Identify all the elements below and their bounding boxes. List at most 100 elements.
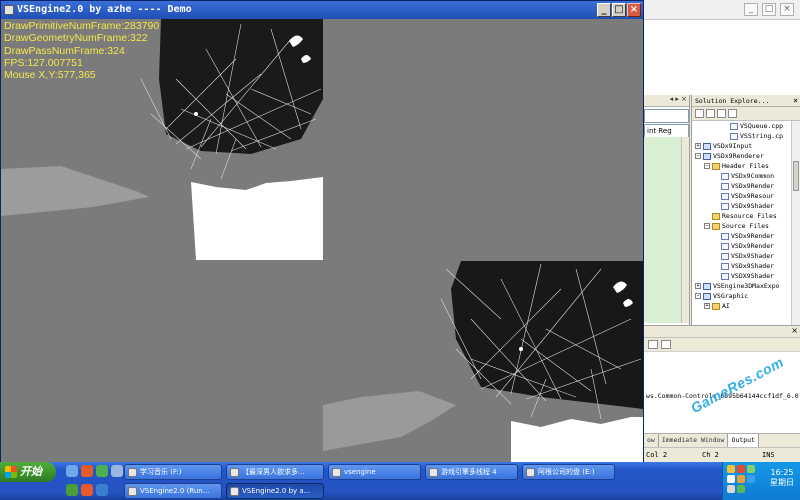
tree-item[interactable]: + VSEngine3DMaxExpo (692, 281, 800, 291)
tree-item[interactable]: VSDx9Common (692, 171, 800, 181)
tray-security-icon[interactable] (747, 465, 755, 473)
media-icon[interactable] (66, 484, 78, 496)
tree-expander-icon[interactable]: + (695, 143, 701, 149)
folder-icon (712, 302, 720, 310)
tray-misc-icon[interactable] (727, 485, 735, 493)
tree-item[interactable]: VSDx9Render (692, 241, 800, 251)
tree-item[interactable]: VSDx9Render (692, 181, 800, 191)
stat-fps: FPS:127.007751 (4, 56, 83, 69)
close-icon[interactable]: × (791, 326, 798, 335)
window-controls: _ □ × (597, 3, 641, 17)
solution-explorer: Solution Explore... × VSQueue.cpp VSStrin… (691, 95, 800, 325)
tree-item[interactable]: VSDX9Shader (692, 271, 800, 281)
output-tab[interactable]: Output (728, 434, 759, 447)
tree-item-label: VSDX9Shader (731, 272, 775, 280)
tray-misc-icon[interactable] (737, 485, 745, 493)
output-pane: × ws.Common-Controls_6595b64144ccf1df_6.… (644, 325, 800, 435)
word-wrap-icon[interactable] (661, 340, 671, 349)
editor-scope-combo[interactable] (644, 109, 689, 123)
quick-launch-icon[interactable] (111, 465, 123, 477)
solution-scrollbar[interactable] (791, 121, 800, 325)
tree-item[interactable]: − VSGraphic (692, 291, 800, 301)
tree-item[interactable]: VSQueue.cpp (692, 121, 800, 131)
scene-render (1, 19, 643, 462)
view-code-icon[interactable] (728, 109, 737, 118)
window-title: VSEngine2.0 by azhe ---- Demo (17, 4, 192, 15)
ie-icon[interactable] (96, 484, 108, 496)
scene-shadow-shape (1, 166, 149, 216)
ide-close-button[interactable]: × (780, 3, 794, 16)
taskbar-button-label: vsengine (344, 468, 376, 476)
browser-icon[interactable] (96, 465, 108, 477)
output-tab[interactable]: ow (644, 434, 659, 447)
taskbar: 开始 学习音乐 (F:) 【最深男人欲求多... vsengine 游戏引擎多线程 4… (0, 462, 800, 500)
editor-header[interactable]: ◂ ▸ × (644, 95, 689, 107)
tree-item[interactable]: − Source Files (692, 221, 800, 231)
ide-restore-button[interactable]: □ (762, 3, 776, 16)
stat-mouse: Mouse X,Y:577,365 (4, 69, 96, 82)
tree-expander-icon[interactable]: + (704, 303, 710, 309)
output-header: × (644, 326, 800, 338)
tree-expander-icon[interactable]: − (704, 163, 710, 169)
ide-minimize-button[interactable]: _ (744, 3, 758, 16)
tree-expander-icon[interactable]: − (704, 223, 710, 229)
tray-volume-icon[interactable] (727, 475, 735, 483)
tree-item[interactable]: VSString.cp (692, 131, 800, 141)
tray-update-icon[interactable] (737, 475, 745, 483)
code-editor-pane[interactable]: ◂ ▸ × int Reg (644, 95, 690, 325)
file-icon (721, 232, 729, 240)
taskbar-button[interactable]: vsengine (328, 464, 421, 480)
properties-icon[interactable] (695, 109, 704, 118)
tree-item[interactable]: VSDx9Resour (692, 191, 800, 201)
folder-icon (712, 222, 720, 230)
tree-item-label: VSDx9Common (731, 172, 775, 180)
taskbar-button[interactable]: VSEngine2.0 by a... (226, 483, 324, 499)
tree-item[interactable]: − Header Files (692, 161, 800, 171)
tree-item[interactable]: − VSDx9Renderer (692, 151, 800, 161)
editor-scrollbar[interactable] (681, 137, 689, 323)
taskbar-button[interactable]: VSEngine2.0 (Run... (124, 483, 222, 499)
tree-item[interactable]: Resource Files (692, 211, 800, 221)
clock[interactable]: 16:25 星期日 (770, 468, 794, 488)
taskbar-button[interactable]: 阿根公司的盘 (E:) (522, 464, 615, 480)
tree-item[interactable]: VSDx9Render (692, 231, 800, 241)
output-tabs: ow Immediate Window Output (644, 433, 800, 447)
output-tab[interactable]: Immediate Window (659, 434, 729, 447)
demo-window-titlebar[interactable]: VSEngine2.0 by azhe ---- Demo _ □ × (1, 1, 643, 19)
tree-item[interactable]: + VSDx9Input (692, 141, 800, 151)
clear-output-icon[interactable] (648, 340, 658, 349)
minimize-button[interactable]: _ (597, 3, 611, 17)
solution-tree: VSQueue.cpp VSString.cp + VSDx9Input − VSDx9R… (692, 121, 800, 311)
tree-item-label: VSEngine3DMaxExpo (713, 282, 780, 290)
scrollbar-thumb[interactable] (793, 161, 799, 191)
start-button[interactable]: 开始 (0, 462, 56, 482)
tree-item[interactable]: + AI (692, 301, 800, 311)
tree-expander-icon[interactable]: − (695, 153, 701, 159)
task-app-icon (526, 468, 535, 477)
refresh-icon[interactable] (717, 109, 726, 118)
tree-item[interactable]: VSDx9Shader (692, 251, 800, 261)
tray-input-icon[interactable] (747, 475, 755, 483)
close-icon[interactable]: × (793, 95, 798, 107)
tree-expander-icon[interactable]: − (695, 293, 701, 299)
tree-item[interactable]: VSDx9Shader (692, 201, 800, 211)
maximize-button[interactable]: □ (612, 3, 626, 17)
show-all-files-icon[interactable] (706, 109, 715, 118)
qq-icon[interactable] (81, 484, 93, 496)
quick-launch-row2 (66, 482, 108, 498)
tree-expander-icon[interactable]: + (695, 283, 701, 289)
tray-qq-icon[interactable] (737, 465, 745, 473)
taskbar-button[interactable]: 游戏引擎多线程 4 (425, 464, 518, 480)
qq-icon[interactable] (81, 465, 93, 477)
tree-item[interactable]: VSDx9Shader (692, 261, 800, 271)
show-desktop-icon[interactable] (66, 465, 78, 477)
tray-network-icon[interactable] (727, 465, 735, 473)
tree-item-label: VSDx9Shader (731, 262, 775, 270)
file-icon (721, 172, 729, 180)
taskbar-button[interactable]: 【最深男人欲求多... (226, 464, 324, 480)
close-button[interactable]: × (627, 3, 641, 17)
taskbar-button[interactable]: 学习音乐 (F:) (124, 464, 222, 480)
render-viewport[interactable]: DrawPrimitiveNumFrame:283790 DrawGeometr… (1, 19, 643, 462)
editor-member-combo[interactable]: int Reg (644, 124, 689, 138)
scene-shadow-shape (323, 391, 456, 451)
